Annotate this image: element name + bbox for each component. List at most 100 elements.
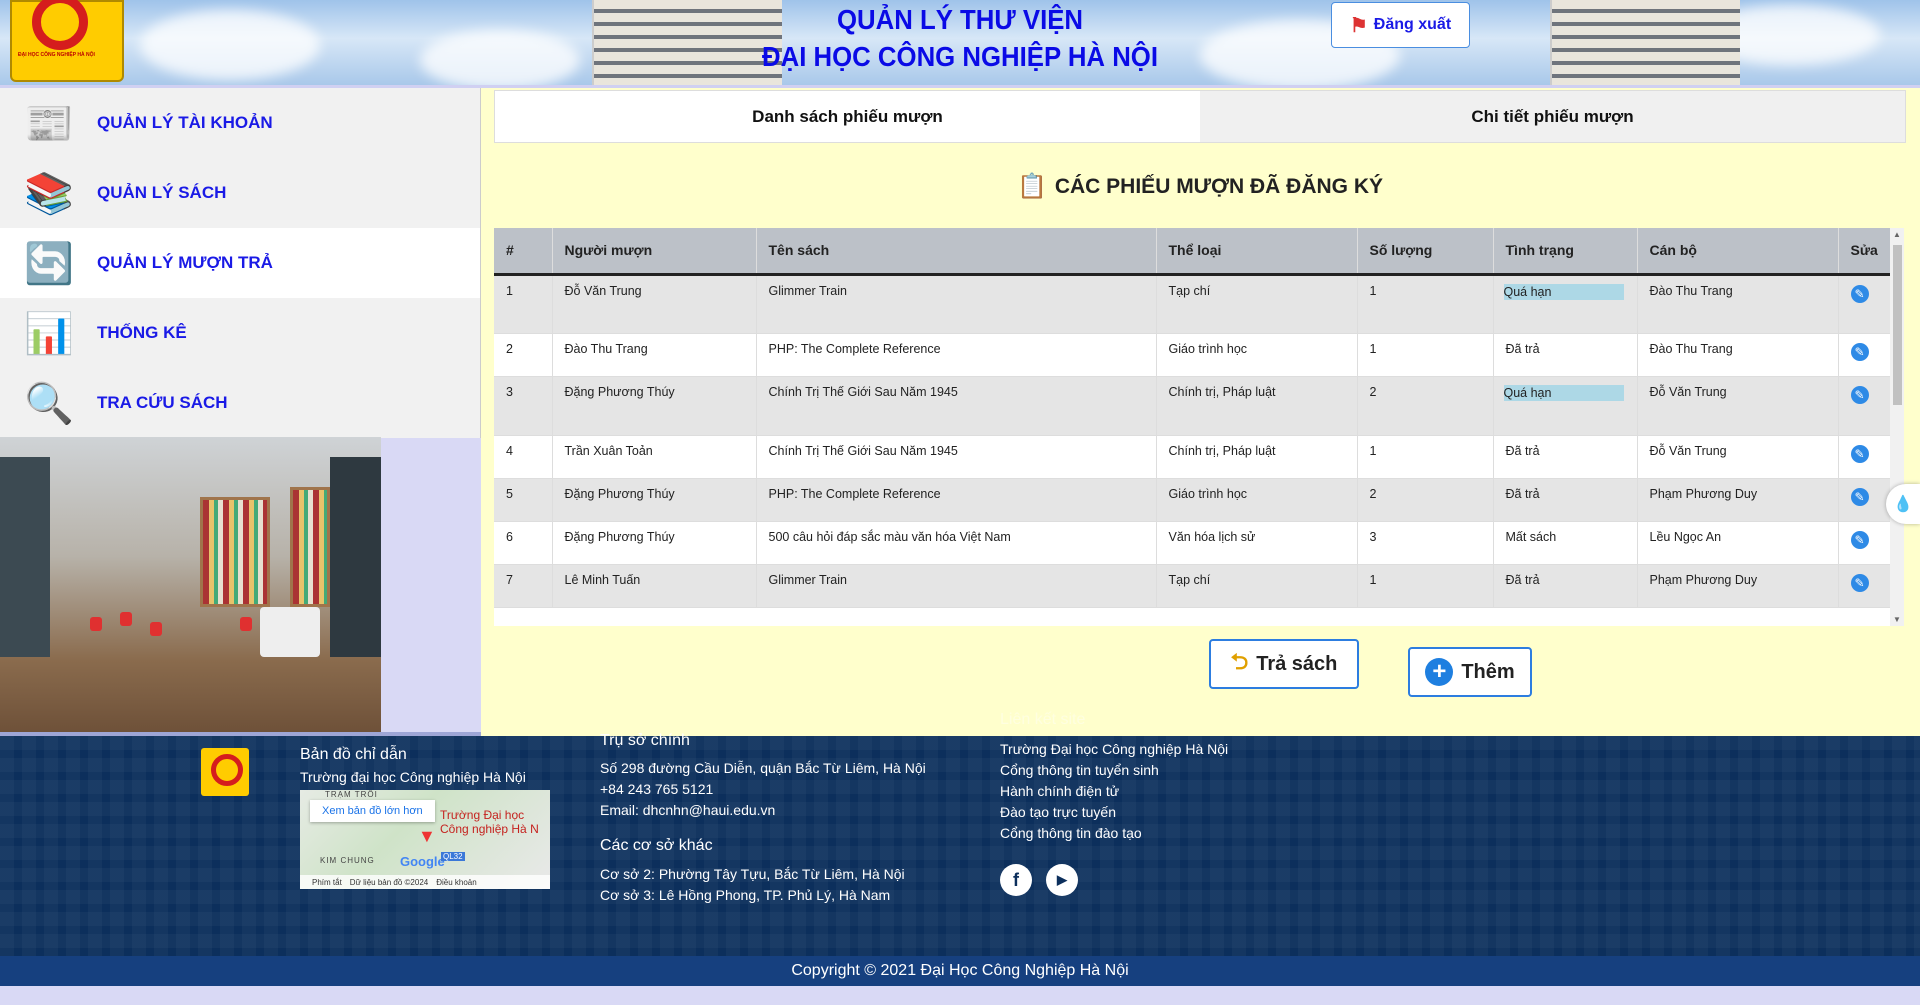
hq-title: Trụ sở chính (600, 732, 690, 749)
edit-pencil-icon[interactable]: ✎ (1850, 444, 1869, 463)
table-cell: Đã trả (1493, 435, 1638, 479)
table-row[interactable]: 3 Đặng Phương Thúy Chính Trị Thế Giới Sau … (494, 376, 1891, 436)
column-header: Sửa (1838, 228, 1891, 276)
link-admissions[interactable]: Cổng thông tin tuyển sinh (1000, 762, 1159, 778)
sidebar-item-borrow-return[interactable]: 🔄 QUẢN LÝ MƯỢN TRẢ (0, 228, 480, 298)
column-header: Thể loại (1156, 228, 1358, 276)
floating-widget-button[interactable]: 💧 (1886, 484, 1920, 524)
table-cell: 1 (1357, 435, 1494, 479)
table-row[interactable]: 4 Trần Xuân Toản Chính Trị Thế Giới Sau Nă… (494, 435, 1891, 479)
edit-cell: ✎ (1838, 435, 1891, 479)
table-cell: Đặng Phương Thúy (552, 478, 757, 522)
sidebar-item-accounts[interactable]: 📰 QUẢN LÝ TÀI KHOẢN (0, 88, 480, 158)
add-button[interactable]: + Thêm (1408, 647, 1532, 697)
map-terms-link[interactable]: Điều khoản (436, 878, 476, 887)
table-cell: Văn hóa lịch sử (1156, 521, 1358, 565)
app-title-line2: ĐẠI HỌC CÔNG NGHIỆP HÀ NỘI (762, 41, 1158, 72)
table-row[interactable]: 6 Đặng Phương Thúy 500 câu hỏi đáp sắc màu… (494, 521, 1891, 565)
document-icon: 📋 (1016, 173, 1047, 200)
table-scrollbar[interactable]: ▲ ▼ (1890, 228, 1904, 626)
embedded-map[interactable]: TRẠM TRÔI KIM CHUNG Trường Đại học Công … (300, 790, 550, 889)
chart-magnifier-icon: 📊 (24, 311, 74, 356)
table-cell: PHP: The Complete Reference (756, 478, 1157, 522)
table-cell: Đào Thu Trang (1637, 333, 1839, 377)
youtube-icon[interactable]: ▶ (1046, 864, 1078, 896)
view-larger-map-link[interactable]: Xem bản đồ lớn hơn (310, 800, 435, 822)
table-cell: Đã trả (1493, 564, 1638, 608)
reader-icon: 📰 (24, 101, 74, 146)
section-heading: 📋 CÁC PHIẾU MƯỢN ĐÃ ĐĂNG KÝ (494, 172, 1906, 201)
borrow-table: # Người mượn Tên sách Thể loại Số lượng Tình … (494, 228, 1904, 626)
edit-cell: ✎ (1838, 564, 1891, 608)
other-campuses-title: Các cơ sở khác (600, 837, 713, 854)
table-header: # Người mượn Tên sách Thể loại Số lượng Tình … (494, 228, 1891, 276)
table-cell: 3 (1357, 521, 1494, 565)
map-pin-icon: ▼ (418, 826, 436, 846)
map-road-label: QL32 (441, 852, 465, 861)
table-cell: Tạp chí (1156, 274, 1358, 334)
tab-borrow-list[interactable]: Danh sách phiếu mượn (495, 91, 1200, 142)
link-training-portal[interactable]: Cổng thông tin đào tạo (1000, 825, 1142, 841)
table-cell: 2 (1357, 376, 1494, 436)
table-cell: 4 (494, 435, 553, 479)
table-row[interactable]: 1 Đỗ Văn Trung Glimmer Train Tạp chí 1 Quá hạ… (494, 274, 1891, 334)
status-badge: Quá hạn (1503, 384, 1624, 401)
sidebar-item-search-books[interactable]: 🔍 TRA CỨU SÁCH (0, 368, 480, 438)
column-header: # (494, 228, 553, 276)
edit-pencil-icon[interactable]: ✎ (1850, 284, 1869, 303)
edit-cell: ✎ (1838, 376, 1891, 436)
edit-pencil-icon[interactable]: ✎ (1850, 530, 1869, 549)
signpost-icon: ⚑ (1349, 14, 1368, 37)
link-haui[interactable]: Trường Đại học Công nghiệp Hà Nội (1000, 741, 1228, 757)
sidebar-item-statistics[interactable]: 📊 THỐNG KÊ (0, 298, 480, 368)
edit-pencil-icon[interactable]: ✎ (1850, 385, 1869, 404)
table-row[interactable]: 2 Đào Thu Trang PHP: The Complete Referenc… (494, 333, 1891, 377)
column-header: Người mượn (552, 228, 757, 276)
table-cell: Phạm Phương Duy (1637, 478, 1839, 522)
sidebar-item-books[interactable]: 📚 QUẢN LÝ SÁCH (0, 158, 480, 228)
tab-borrow-detail[interactable]: Chi tiết phiếu mượn (1200, 91, 1905, 142)
table-cell: Quá hạn (1493, 274, 1638, 334)
sidebar: 📰 QUẢN LÝ TÀI KHOẢN 📚 QUẢN LÝ SÁCH 🔄 QUẢN L… (0, 88, 481, 438)
edit-pencil-icon[interactable]: ✎ (1850, 573, 1869, 592)
table-cell: 1 (1357, 274, 1494, 334)
search-icon: 🔍 (24, 381, 74, 426)
edit-pencil-icon[interactable]: ✎ (1850, 487, 1869, 506)
map-shortcuts-link[interactable]: Phím tắt (312, 878, 342, 887)
table-cell: 500 câu hỏi đáp sắc màu văn hóa Việt Nam (756, 521, 1157, 565)
table-cell: Lê Minh Tuấn (552, 564, 757, 608)
table-cell: 1 (1357, 333, 1494, 377)
table-cell: Giáo trình học (1156, 333, 1358, 377)
return-book-label: Trả sách (1256, 652, 1338, 675)
table-cell: 6 (494, 521, 553, 565)
table-cell: Đặng Phương Thúy (552, 376, 757, 436)
section-heading-text: CÁC PHIẾU MƯỢN ĐÃ ĐĂNG KÝ (1054, 174, 1384, 198)
map-subtitle: Trường đại học Công nghiệp Hà Nội (300, 769, 526, 785)
hq-address: Số 298 đường Cầu Diễn, quận Bắc Từ Liêm,… (600, 760, 926, 776)
library-photo (0, 437, 381, 735)
facebook-icon[interactable]: f (1000, 864, 1032, 896)
hq-phone: +84 243 765 5121 (600, 781, 714, 797)
table-cell: 2 (1357, 478, 1494, 522)
column-header: Cán bộ (1637, 228, 1839, 276)
table-cell: Lều Ngọc An (1637, 521, 1839, 565)
table-cell: Glimmer Train (756, 564, 1157, 608)
logout-label: Đăng xuất (1373, 16, 1452, 33)
link-e-government[interactable]: Hành chính điện tử (1000, 783, 1119, 799)
table-cell: Chính Trị Thế Giới Sau Năm 1945 (756, 435, 1157, 479)
return-book-button[interactable]: ⮌ Trả sách (1209, 639, 1359, 689)
app-title-line1: QUẢN LÝ THƯ VIỆN (836, 4, 1084, 35)
map-title: Bản đồ chỉ dẫn (300, 746, 407, 763)
table-cell: Đỗ Văn Trung (1637, 435, 1839, 479)
logout-button[interactable]: ⚑ Đăng xuất (1331, 2, 1470, 48)
table-cell: Phạm Phương Duy (1637, 564, 1839, 608)
table-row[interactable]: 5 Đặng Phương Thúy PHP: The Complete Refer… (494, 478, 1891, 522)
table-cell: Chính trị, Pháp luật (1156, 435, 1358, 479)
table-row[interactable]: 7 Lê Minh Tuấn Glimmer Train Tạp chí 1 Đã trả… (494, 564, 1891, 608)
link-online-training[interactable]: Đào tạo trực tuyến (1000, 804, 1116, 820)
edit-pencil-icon[interactable]: ✎ (1850, 342, 1869, 361)
edit-cell: ✎ (1838, 478, 1891, 522)
table-cell: Trần Xuân Toản (552, 435, 757, 479)
table-cell: Giáo trình học (1156, 478, 1358, 522)
table-cell: Đặng Phương Thúy (552, 521, 757, 565)
